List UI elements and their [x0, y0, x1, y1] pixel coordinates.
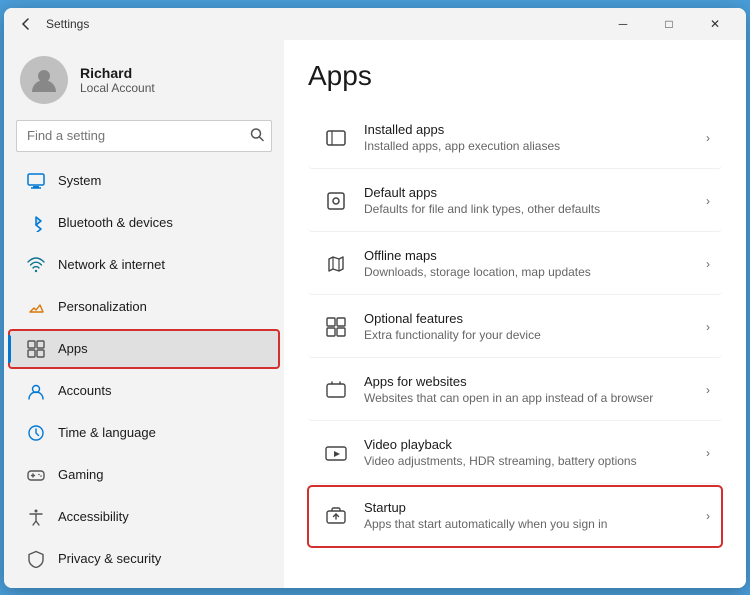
network-label: Network & internet: [58, 257, 264, 272]
accounts-label: Accounts: [58, 383, 264, 398]
optional-features-chevron: ›: [706, 320, 710, 334]
settings-list: Installed apps Installed apps, app execu…: [308, 108, 722, 549]
default-apps-desc: Defaults for file and link types, other …: [364, 202, 706, 216]
apps-for-websites-text: Apps for websites Websites that can open…: [364, 374, 706, 405]
network-icon: [24, 253, 48, 277]
video-playback-title: Video playback: [364, 437, 706, 452]
settings-item-startup[interactable]: Startup Apps that start automatically wh…: [308, 486, 722, 547]
startup-title: Startup: [364, 500, 706, 515]
nav-item-network[interactable]: Network & internet: [8, 245, 280, 285]
accounts-icon: [24, 379, 48, 403]
video-playback-chevron: ›: [706, 446, 710, 460]
maximize-button[interactable]: □: [646, 8, 692, 40]
personalization-icon: [24, 295, 48, 319]
user-name: Richard: [80, 65, 155, 81]
default-apps-text: Default apps Defaults for file and link …: [364, 185, 706, 216]
default-apps-chevron: ›: [706, 194, 710, 208]
startup-chevron: ›: [706, 509, 710, 523]
user-profile[interactable]: Richard Local Account: [4, 40, 284, 116]
user-info: Richard Local Account: [80, 65, 155, 95]
nav-item-apps[interactable]: Apps: [8, 329, 280, 369]
nav-item-system[interactable]: System: [8, 161, 280, 201]
minimize-button[interactable]: ─: [600, 8, 646, 40]
video-playback-text: Video playback Video adjustments, HDR st…: [364, 437, 706, 468]
main-panel: Apps Installed apps Installed apps, app …: [284, 40, 746, 588]
settings-item-optional-features[interactable]: Optional features Extra functionality fo…: [308, 297, 722, 358]
startup-icon: [320, 500, 352, 532]
nav-item-accessibility[interactable]: Accessibility: [8, 497, 280, 537]
nav-item-time[interactable]: Time & language: [8, 413, 280, 453]
nav-item-personalization[interactable]: Personalization: [8, 287, 280, 327]
sidebar: Richard Local Account: [4, 40, 284, 588]
startup-text: Startup Apps that start automatically wh…: [364, 500, 706, 531]
title-bar: Settings ─ □ ✕: [4, 8, 746, 40]
nav-item-accounts[interactable]: Accounts: [8, 371, 280, 411]
apps-for-websites-icon: [320, 374, 352, 406]
startup-desc: Apps that start automatically when you s…: [364, 517, 706, 531]
search-input[interactable]: [16, 120, 272, 152]
offline-maps-desc: Downloads, storage location, map updates: [364, 265, 706, 279]
video-playback-icon: [320, 437, 352, 469]
offline-maps-chevron: ›: [706, 257, 710, 271]
settings-item-offline-maps[interactable]: Offline maps Downloads, storage location…: [308, 234, 722, 295]
nav-item-windows-update[interactable]: Windows Update: [8, 581, 280, 588]
privacy-label: Privacy & security: [58, 551, 264, 566]
optional-features-title: Optional features: [364, 311, 706, 326]
nav-item-gaming[interactable]: Gaming: [8, 455, 280, 495]
system-icon: [24, 169, 48, 193]
bluetooth-icon: [24, 211, 48, 235]
nav-item-privacy[interactable]: Privacy & security: [8, 539, 280, 579]
main-content: Richard Local Account: [4, 40, 746, 588]
gaming-icon: [24, 463, 48, 487]
nav-item-bluetooth[interactable]: Bluetooth & devices: [8, 203, 280, 243]
offline-maps-title: Offline maps: [364, 248, 706, 263]
accessibility-label: Accessibility: [58, 509, 264, 524]
gaming-label: Gaming: [58, 467, 264, 482]
installed-apps-title: Installed apps: [364, 122, 706, 137]
optional-features-icon: [320, 311, 352, 343]
apps-for-websites-title: Apps for websites: [364, 374, 706, 389]
installed-apps-desc: Installed apps, app execution aliases: [364, 139, 706, 153]
apps-icon: [24, 337, 48, 361]
apps-label: Apps: [58, 341, 264, 356]
apps-for-websites-chevron: ›: [706, 383, 710, 397]
close-button[interactable]: ✕: [692, 8, 738, 40]
search-icon: [250, 127, 264, 144]
settings-item-installed-apps[interactable]: Installed apps Installed apps, app execu…: [308, 108, 722, 169]
window-controls: ─ □ ✕: [600, 8, 738, 40]
default-apps-title: Default apps: [364, 185, 706, 200]
video-playback-desc: Video adjustments, HDR streaming, batter…: [364, 454, 706, 468]
settings-item-default-apps[interactable]: Default apps Defaults for file and link …: [308, 171, 722, 232]
system-label: System: [58, 173, 264, 188]
offline-maps-text: Offline maps Downloads, storage location…: [364, 248, 706, 279]
back-button[interactable]: [12, 10, 40, 38]
page-title: Apps: [308, 60, 722, 92]
privacy-icon: [24, 547, 48, 571]
default-apps-icon: [320, 185, 352, 217]
installed-apps-chevron: ›: [706, 131, 710, 145]
settings-item-apps-for-websites[interactable]: Apps for websites Websites that can open…: [308, 360, 722, 421]
user-account-type: Local Account: [80, 81, 155, 95]
avatar: [20, 56, 68, 104]
installed-apps-text: Installed apps Installed apps, app execu…: [364, 122, 706, 153]
optional-features-text: Optional features Extra functionality fo…: [364, 311, 706, 342]
optional-features-desc: Extra functionality for your device: [364, 328, 706, 342]
accessibility-icon: [24, 505, 48, 529]
time-label: Time & language: [58, 425, 264, 440]
window-title: Settings: [46, 17, 600, 31]
personalization-label: Personalization: [58, 299, 264, 314]
time-icon: [24, 421, 48, 445]
search-box: [16, 120, 272, 152]
apps-for-websites-desc: Websites that can open in an app instead…: [364, 391, 706, 405]
bluetooth-label: Bluetooth & devices: [58, 215, 264, 230]
installed-apps-icon: [320, 122, 352, 154]
settings-item-video-playback[interactable]: Video playback Video adjustments, HDR st…: [308, 423, 722, 484]
offline-maps-icon: [320, 248, 352, 280]
settings-window: Settings ─ □ ✕ Richard Local Account: [4, 8, 746, 588]
